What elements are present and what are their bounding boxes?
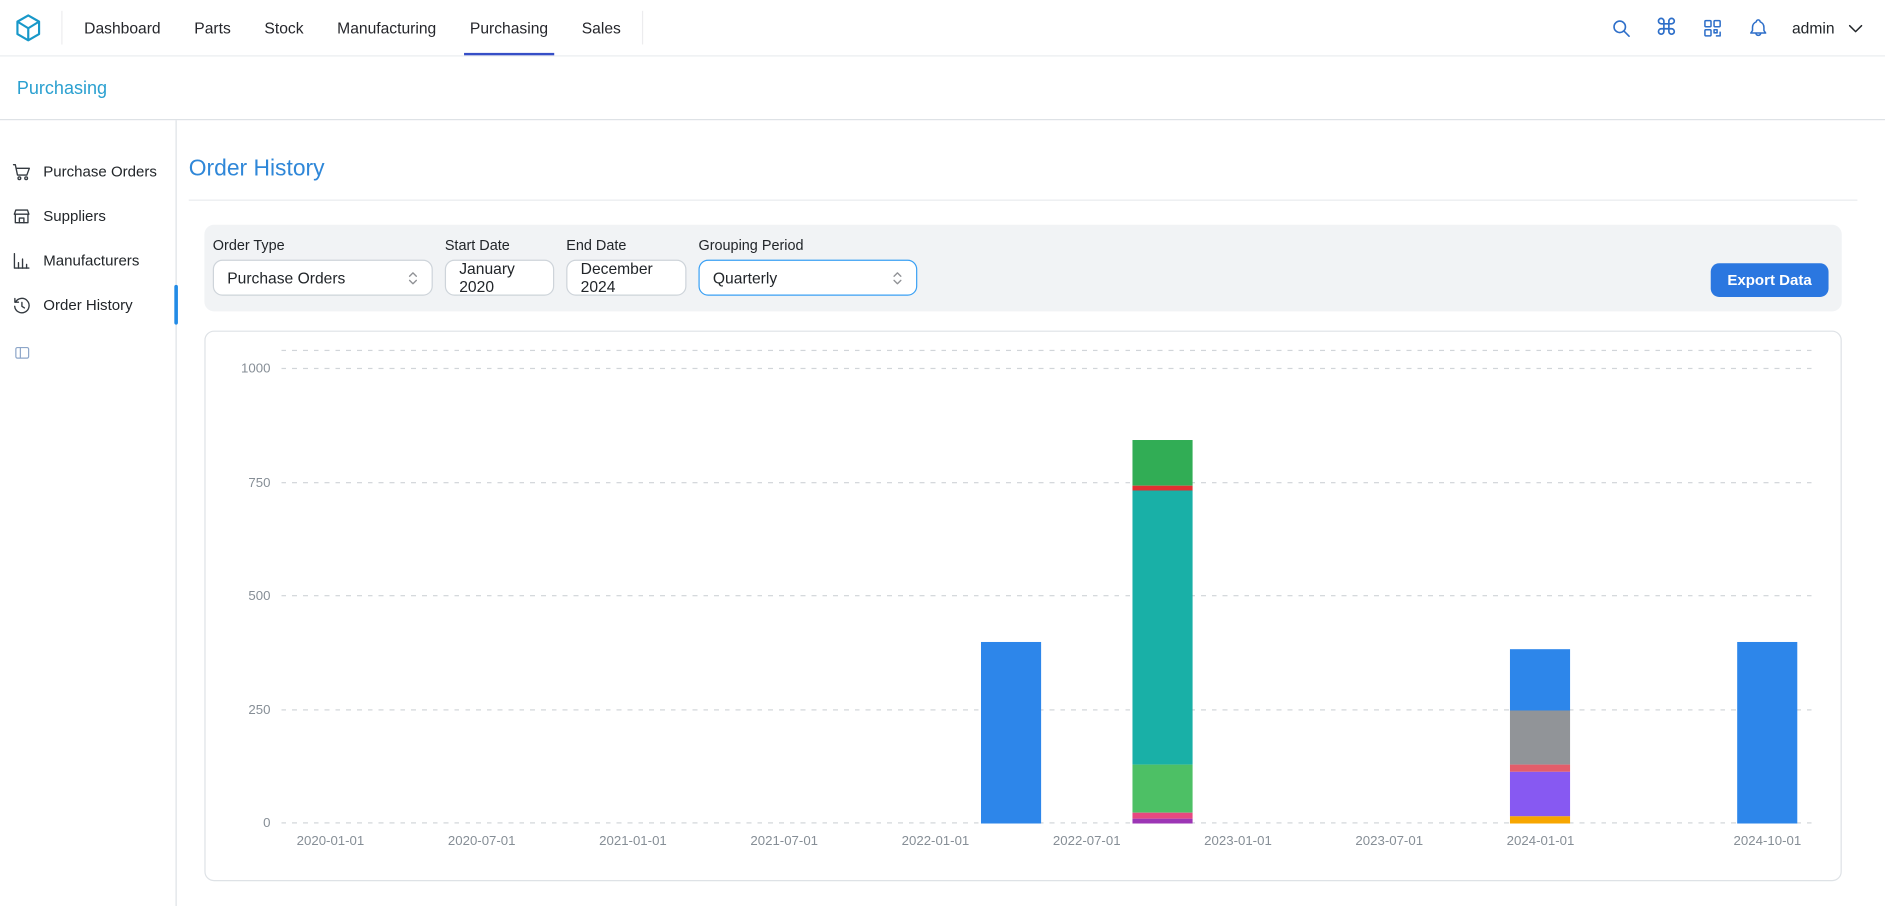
x-axis-tick-label: 2020-07-01 (448, 834, 516, 848)
gridline (281, 595, 1816, 596)
bar-segment (1510, 650, 1570, 711)
select-updown-icon (888, 269, 906, 287)
sidebar-item-label: Manufacturers (43, 252, 139, 269)
y-axis-tick-label: 750 (222, 476, 270, 490)
sidebar-item-suppliers[interactable]: Suppliers (0, 194, 176, 238)
start-date-input[interactable]: January 2020 (445, 260, 554, 296)
x-axis-tick-label: 2022-07-01 (1053, 834, 1121, 848)
shopping-cart-icon (11, 160, 33, 182)
main-nav: Dashboard Parts Stock Manufacturing Purc… (63, 0, 643, 55)
breadcrumb-purchasing[interactable]: Purchasing (17, 78, 107, 98)
gridline (281, 709, 1816, 710)
bar-segment (1132, 440, 1192, 485)
app-logo[interactable] (12, 0, 44, 55)
end-date-label: End Date (566, 237, 686, 254)
grouping-period-value: Quarterly (713, 269, 777, 287)
gridline (281, 822, 1816, 823)
gridline (281, 350, 1816, 351)
export-data-button[interactable]: Export Data (1711, 263, 1829, 297)
bar-segment (1510, 817, 1570, 824)
order-type-label: Order Type (213, 237, 433, 254)
bar-segment (1510, 710, 1570, 764)
grouping-period-label: Grouping Period (698, 237, 917, 254)
sidebar-item-order-history[interactable]: Order History (0, 283, 176, 327)
bar-segment (1132, 819, 1192, 824)
sidebar-item-purchase-orders[interactable]: Purchase Orders (0, 149, 176, 193)
search-icon[interactable] (1609, 16, 1632, 39)
chevron-down-icon (1845, 17, 1865, 37)
page-title: Order History (189, 156, 1858, 182)
breadcrumb: Purchasing (0, 57, 1885, 121)
top-navbar: Dashboard Parts Stock Manufacturing Purc… (0, 0, 1885, 57)
tab-purchasing[interactable]: Purchasing (453, 0, 565, 55)
nav-separator-right (643, 11, 644, 45)
x-axis-tick-label: 2021-01-01 (599, 834, 667, 848)
sidebar: Purchase Orders Suppliers Manufacture (0, 120, 177, 906)
bar-segment (1510, 764, 1570, 772)
bell-icon[interactable] (1746, 16, 1769, 39)
qrcode-icon[interactable] (1701, 16, 1724, 39)
start-date-value: January 2020 (459, 260, 543, 296)
command-icon[interactable]: ⌘ (1655, 16, 1678, 39)
bar-segment (1132, 491, 1192, 764)
logo-cube-icon (12, 11, 44, 43)
sidebar-item-manufacturers[interactable]: Manufacturers (0, 238, 176, 282)
sidebar-item-label: Purchase Orders (43, 163, 157, 180)
order-type-select[interactable]: Purchase Orders (213, 260, 433, 296)
chart-bar-2024-10-01[interactable] (1737, 351, 1797, 823)
app-window: Dashboard Parts Stock Manufacturing Purc… (0, 0, 1885, 906)
y-axis-tick-label: 1000 (222, 362, 270, 376)
bar-segment (1737, 642, 1797, 824)
chart-plot: 025050075010002020-01-012020-07-012021-0… (281, 351, 1816, 823)
tab-sales[interactable]: Sales (565, 0, 638, 55)
y-axis-tick-label: 250 (222, 703, 270, 717)
x-axis-tick-label: 2021-07-01 (750, 834, 818, 848)
x-axis-tick-label: 2020-01-01 (297, 834, 365, 848)
tab-stock[interactable]: Stock (248, 0, 321, 55)
x-axis-tick-label: 2024-10-01 (1734, 834, 1802, 848)
title-divider (189, 200, 1858, 201)
history-icon (11, 294, 33, 316)
y-axis-tick-label: 500 (222, 589, 270, 603)
x-axis-tick-label: 2023-01-01 (1204, 834, 1272, 848)
gridline (281, 482, 1816, 483)
chart-icon (11, 249, 33, 271)
end-date-input[interactable]: December 2024 (566, 260, 686, 296)
bar-segment (1132, 764, 1192, 813)
gridline (281, 368, 1816, 369)
panel-collapse-icon[interactable] (13, 344, 31, 362)
grouping-period-select[interactable]: Quarterly (698, 260, 917, 296)
bar-segment (1510, 772, 1570, 817)
chart-bar-2022-04-01[interactable] (981, 351, 1041, 823)
bar-segment (981, 642, 1041, 824)
x-axis-tick-label: 2024-01-01 (1507, 834, 1575, 848)
filter-panel: Order Type Purchase Orders Start Date Ja… (204, 225, 1841, 312)
tab-manufacturing[interactable]: Manufacturing (320, 0, 453, 55)
order-history-chart-card: 0 250 500 750 1000 2020-01-01 2020-07-01 2021-0… (204, 331, 1841, 882)
x-axis-tick-label: 2022-01-01 (902, 834, 970, 848)
sidebar-item-label: Order History (43, 296, 132, 313)
tab-dashboard[interactable]: Dashboard (67, 0, 177, 55)
storefront-icon (11, 205, 33, 227)
user-menu[interactable]: admin (1792, 17, 1866, 37)
end-date-value: December 2024 (581, 260, 676, 296)
order-type-value: Purchase Orders (227, 269, 345, 287)
select-updown-icon (404, 269, 422, 287)
main-panel: Order History Order Type Purchase Orders… (177, 120, 1885, 906)
tab-parts[interactable]: Parts (177, 0, 247, 55)
x-axis-tick-label: 2023-07-01 (1355, 834, 1423, 848)
start-date-label: Start Date (445, 237, 554, 254)
chart-bar-2024-01-01[interactable] (1510, 351, 1570, 823)
username-label: admin (1792, 19, 1835, 37)
chart-bar-2022-10-01[interactable] (1132, 351, 1192, 823)
y-axis-tick-label: 0 (222, 816, 270, 830)
sidebar-item-label: Suppliers (43, 207, 106, 224)
